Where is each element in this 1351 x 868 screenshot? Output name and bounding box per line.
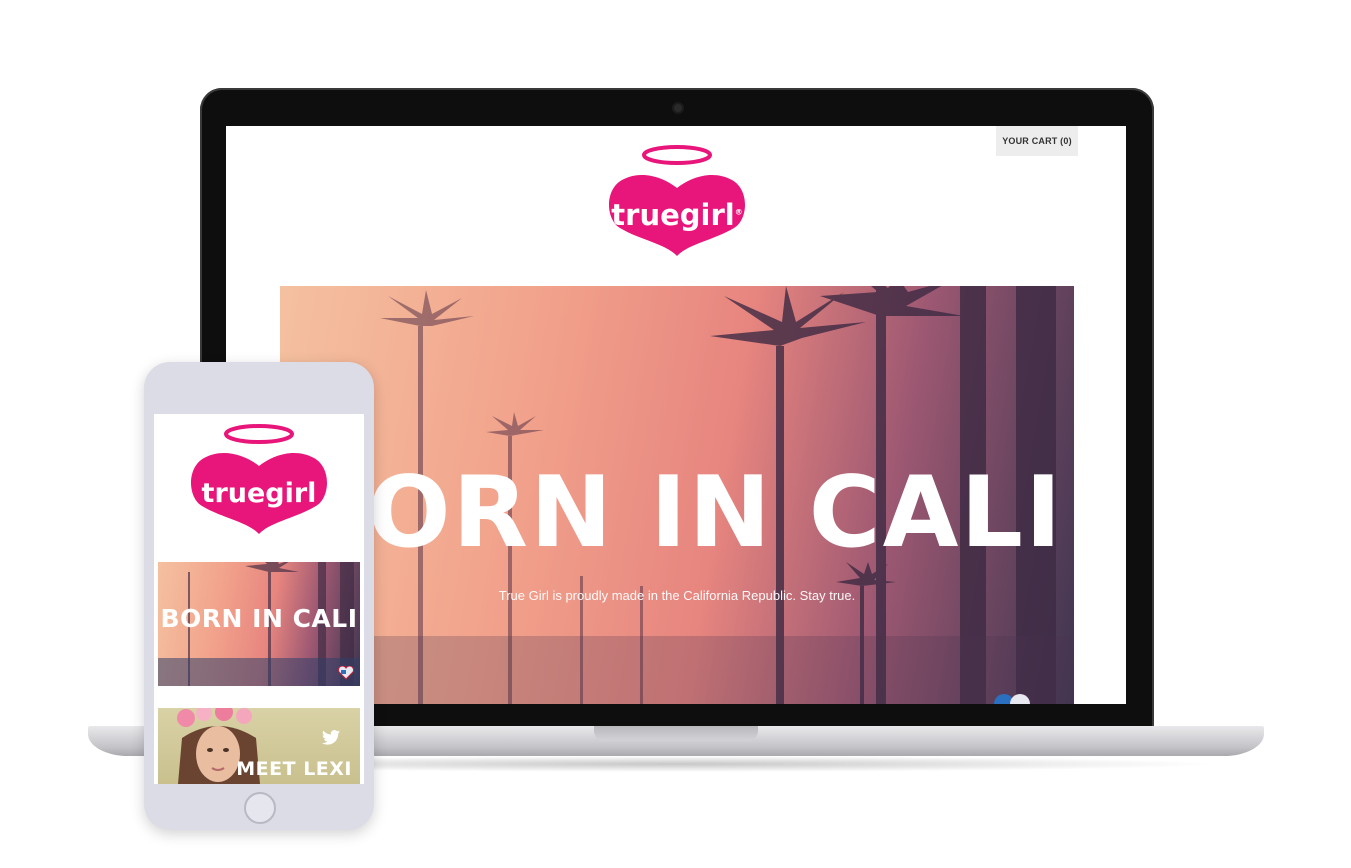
- cart-button[interactable]: YOUR CART (0): [996, 126, 1078, 156]
- phone-home-button[interactable]: [244, 792, 276, 824]
- mobile-flag-heart-icon: [338, 666, 354, 680]
- mobile-logo-text: truegirl: [201, 478, 317, 509]
- logo-text: truegirl: [611, 198, 735, 232]
- meet-lexi-card[interactable]: MEET LEXI: [158, 708, 360, 784]
- logo-registered-mark: ®: [734, 207, 743, 217]
- twitter-icon[interactable]: [322, 730, 340, 745]
- mobile-site-logo[interactable]: truegirl: [188, 422, 330, 538]
- hero-title: BORN IN CALI: [290, 456, 1064, 570]
- site-logo[interactable]: truegirl®: [606, 144, 748, 260]
- mobile-hero-title: BORN IN CALI: [160, 604, 358, 633]
- camera-icon: [674, 104, 682, 112]
- meet-lexi-title: MEET LEXI: [236, 758, 352, 780]
- flag-heart-icon: [994, 694, 1030, 704]
- hero-subtitle: True Girl is proudly made in the Califor…: [498, 588, 856, 603]
- hero-banner[interactable]: BORN IN CALI True Girl is proudly made i…: [280, 286, 1074, 704]
- laptop-notch: [594, 726, 758, 741]
- mobile-hero-banner[interactable]: BORN IN CALI: [158, 562, 360, 686]
- mobile-site-screen: truegirl BORN IN CALI MEET LEXI: [154, 414, 364, 784]
